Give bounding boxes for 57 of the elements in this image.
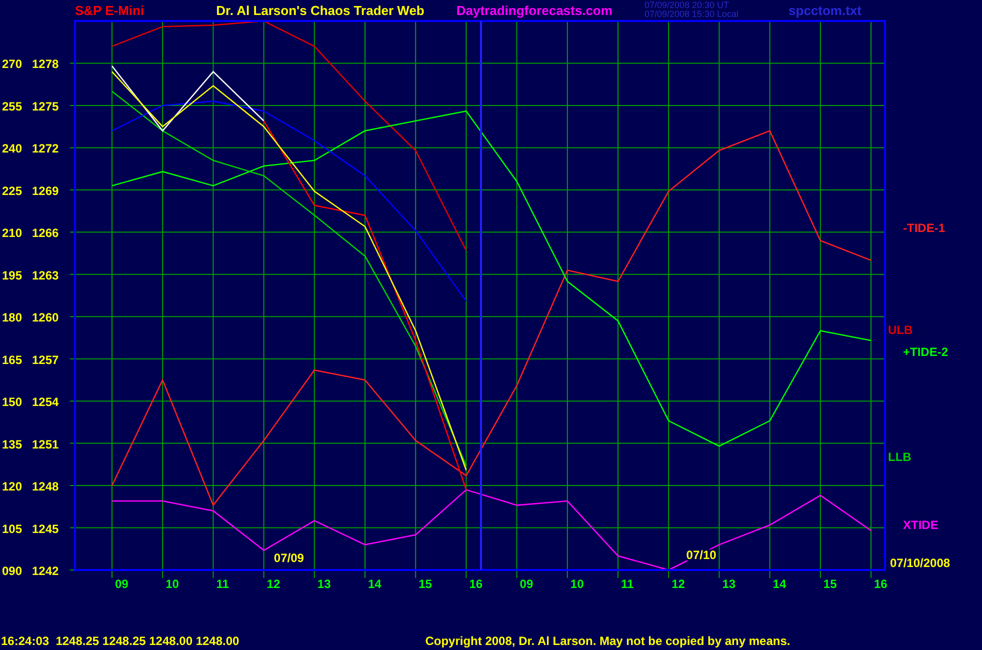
- x-axis-label: 16: [874, 577, 888, 591]
- timestamp-text: 07/09/2008 20:30 UT: [644, 1, 730, 10]
- y-axis-label: 165: [2, 352, 22, 367]
- y-axis-label: 1275: [32, 99, 59, 114]
- symbol-title: S&P E-Mini: [75, 2, 144, 18]
- x-axis-label: 10: [570, 577, 584, 591]
- y-axis-label: 1254: [32, 395, 59, 410]
- x-axis-label: 12: [266, 577, 280, 591]
- y-axis-label: 150: [2, 395, 22, 410]
- y-axis-label: 1251: [32, 437, 59, 452]
- x-axis-label: 15: [823, 577, 837, 591]
- y-axis-label: 105: [2, 522, 22, 536]
- y-axis-label: 090: [2, 564, 22, 578]
- y-axis-label: 180: [2, 310, 22, 325]
- x-axis-label: 13: [317, 577, 331, 591]
- y-axis-label: 1257: [32, 352, 59, 367]
- x-axis-label: 11: [621, 577, 634, 591]
- y-axis-label: 1269: [32, 184, 59, 198]
- x-axis-label: 14: [772, 577, 786, 591]
- file-name: spcctom.txt: [788, 2, 862, 18]
- y-axis-label: 255: [2, 99, 22, 114]
- x-axis-label: 13: [722, 577, 736, 591]
- y-axis-label: 1278: [32, 57, 59, 72]
- y-axis-label: 270: [2, 57, 22, 72]
- y-axis-label: 135: [2, 437, 22, 452]
- y-axis-label: 1245: [32, 522, 59, 536]
- series-label: LLB: [888, 450, 912, 464]
- y-axis-label: 225: [2, 184, 22, 198]
- x-axis-label: 14: [368, 577, 382, 591]
- y-axis-label: 1260: [32, 310, 59, 325]
- date-label: 07/09: [274, 550, 304, 565]
- x-axis-label: 09: [115, 577, 128, 591]
- x-axis-label: 15: [418, 577, 432, 591]
- x-axis-label: 10: [166, 577, 179, 591]
- series-label: -TIDE-1: [903, 221, 945, 235]
- date-label: 07/10/2008: [890, 556, 950, 570]
- x-axis-label: 16: [469, 577, 483, 591]
- y-axis-label: 1266: [32, 226, 59, 240]
- page-title: Dr. Al Larson's Chaos Trader Web: [216, 2, 424, 18]
- series-label: ULB: [888, 323, 913, 337]
- x-axis-label: 09: [520, 577, 534, 591]
- y-axis-label: 240: [2, 142, 22, 156]
- y-axis-label: 120: [2, 480, 22, 494]
- timestamp-text: 07/09/2008 15:30 Local: [644, 10, 739, 19]
- y-axis-label: 1242: [32, 564, 59, 578]
- y-axis-label: 195: [2, 268, 22, 282]
- series-label: +TIDE-2: [903, 345, 948, 359]
- site-link[interactable]: Daytradingforecasts.com: [456, 2, 612, 18]
- copyright-text: Copyright 2008, Dr. Al Larson. May not be copied by any means.: [425, 634, 790, 648]
- series-label: XTIDE: [903, 518, 938, 532]
- y-axis-label: 1248: [32, 480, 59, 494]
- y-axis-label: 1272: [32, 142, 59, 156]
- y-axis-label: 1263: [32, 268, 59, 282]
- x-axis-label: 11: [216, 577, 229, 591]
- x-axis-label: 12: [672, 577, 685, 591]
- quote-text: 16:24:03 1248.25 1248.25 1248.00 1248.00: [1, 634, 240, 648]
- y-axis-label: 210: [2, 226, 22, 240]
